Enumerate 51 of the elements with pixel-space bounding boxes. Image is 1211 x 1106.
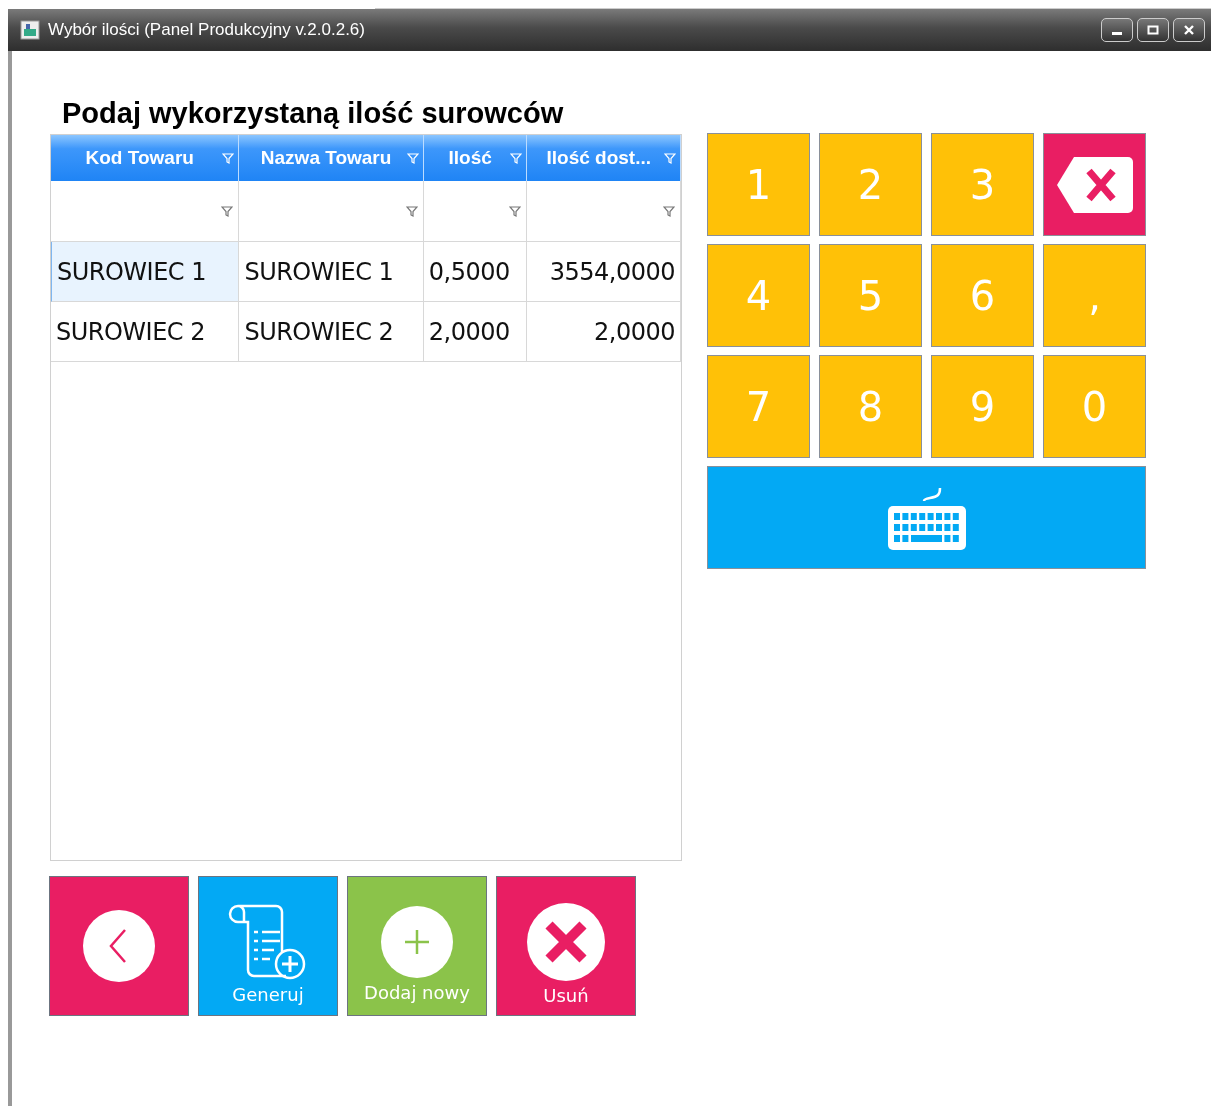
backspace-icon xyxy=(1055,155,1134,214)
close-icon xyxy=(527,902,605,981)
table-cell[interactable]: 3554,0000 xyxy=(527,242,681,302)
table-cell[interactable]: 2,0000 xyxy=(423,302,528,362)
minimize-button[interactable] xyxy=(1101,18,1133,42)
filter-field[interactable] xyxy=(527,181,681,242)
keyboard-icon xyxy=(887,485,966,550)
column-header[interactable]: Ilość dost... xyxy=(527,135,681,181)
table-cell[interactable]: 2,0000 xyxy=(527,302,681,362)
key-button[interactable]: 8 xyxy=(819,355,922,458)
table-cell[interactable]: SUROWIEC 1 xyxy=(51,242,240,302)
maximize-icon xyxy=(1147,25,1159,35)
key-button[interactable]: 9 xyxy=(931,355,1034,458)
column-header[interactable]: Nazwa Towaru xyxy=(239,135,424,181)
delete-button[interactable]: Usuń xyxy=(496,876,636,1016)
key-button[interactable]: 5 xyxy=(819,244,922,347)
table-cell[interactable]: SUROWIEC 2 xyxy=(239,302,424,362)
filter-icon[interactable] xyxy=(663,205,675,217)
table-cell[interactable]: SUROWIEC 1 xyxy=(239,242,424,302)
filter-icon[interactable] xyxy=(405,205,418,217)
plus-icon xyxy=(381,905,453,978)
key-button[interactable]: 1 xyxy=(707,133,810,236)
key-button[interactable]: 0 xyxy=(1043,355,1146,458)
minimize-icon xyxy=(1112,32,1122,35)
document-add-icon xyxy=(228,903,308,980)
back-icon xyxy=(83,910,155,982)
filter-icon[interactable] xyxy=(509,205,522,217)
column-header[interactable]: Ilość xyxy=(423,135,528,181)
backspace-button[interactable] xyxy=(1043,133,1146,236)
filter-field[interactable] xyxy=(423,181,528,242)
window-title: Wybór ilości (Panel Produkcyjny v.2.0.2.6) xyxy=(48,20,366,40)
app-icon xyxy=(20,20,40,40)
key-button[interactable]: , xyxy=(1043,244,1146,347)
key-button[interactable]: 4 xyxy=(707,244,810,347)
key-button[interactable]: 2 xyxy=(819,133,922,236)
close-icon xyxy=(1183,25,1195,35)
generate-button[interactable]: Generuj xyxy=(198,876,338,1016)
filter-icon[interactable] xyxy=(221,205,234,217)
maximize-button[interactable] xyxy=(1137,18,1169,42)
heading: Podaj wykorzystaną ilość surowców xyxy=(62,97,565,130)
back-button[interactable] xyxy=(49,876,189,1016)
column-header[interactable]: Kod Towaru xyxy=(51,135,240,181)
filter-field[interactable] xyxy=(239,181,424,242)
keyboard-button[interactable] xyxy=(707,466,1146,569)
table-cell[interactable]: 0,5000 xyxy=(423,242,528,302)
close-button[interactable] xyxy=(1173,18,1205,42)
table-cell[interactable]: SUROWIEC 2 xyxy=(51,302,240,362)
key-button[interactable]: 7 xyxy=(707,355,810,458)
key-button[interactable]: 3 xyxy=(931,133,1034,236)
key-button[interactable]: 6 xyxy=(931,244,1034,347)
add-button[interactable]: Dodaj nowy xyxy=(347,876,487,1016)
